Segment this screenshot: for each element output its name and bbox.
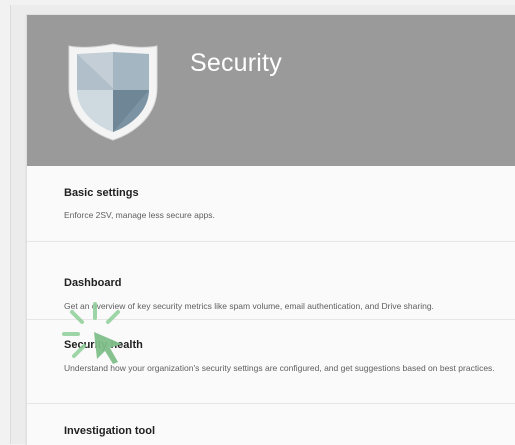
section-investigation-tool[interactable]: Investigation tool	[27, 404, 515, 445]
page-title: Security	[190, 49, 282, 77]
security-header: Security	[27, 15, 515, 166]
section-basic-settings[interactable]: Basic settings Enforce 2SV, manage less …	[27, 166, 515, 242]
security-panel: Security Basic settings Enforce 2SV, man…	[26, 14, 515, 445]
section-dashboard[interactable]: Dashboard Get an overview of key securit…	[27, 242, 515, 320]
section-title: Dashboard	[64, 277, 122, 289]
section-description: Get an overview of key security metrics …	[64, 301, 434, 311]
section-description: Enforce 2SV, manage less secure apps.	[64, 210, 215, 220]
section-description: Understand how your organization's secur…	[64, 363, 495, 373]
shield-icon	[68, 43, 158, 141]
section-title: Investigation tool	[64, 425, 156, 437]
section-security-health[interactable]: Security health Understand how your orga…	[27, 320, 515, 404]
section-title: Security health	[64, 339, 143, 351]
section-title: Basic settings	[64, 187, 139, 199]
